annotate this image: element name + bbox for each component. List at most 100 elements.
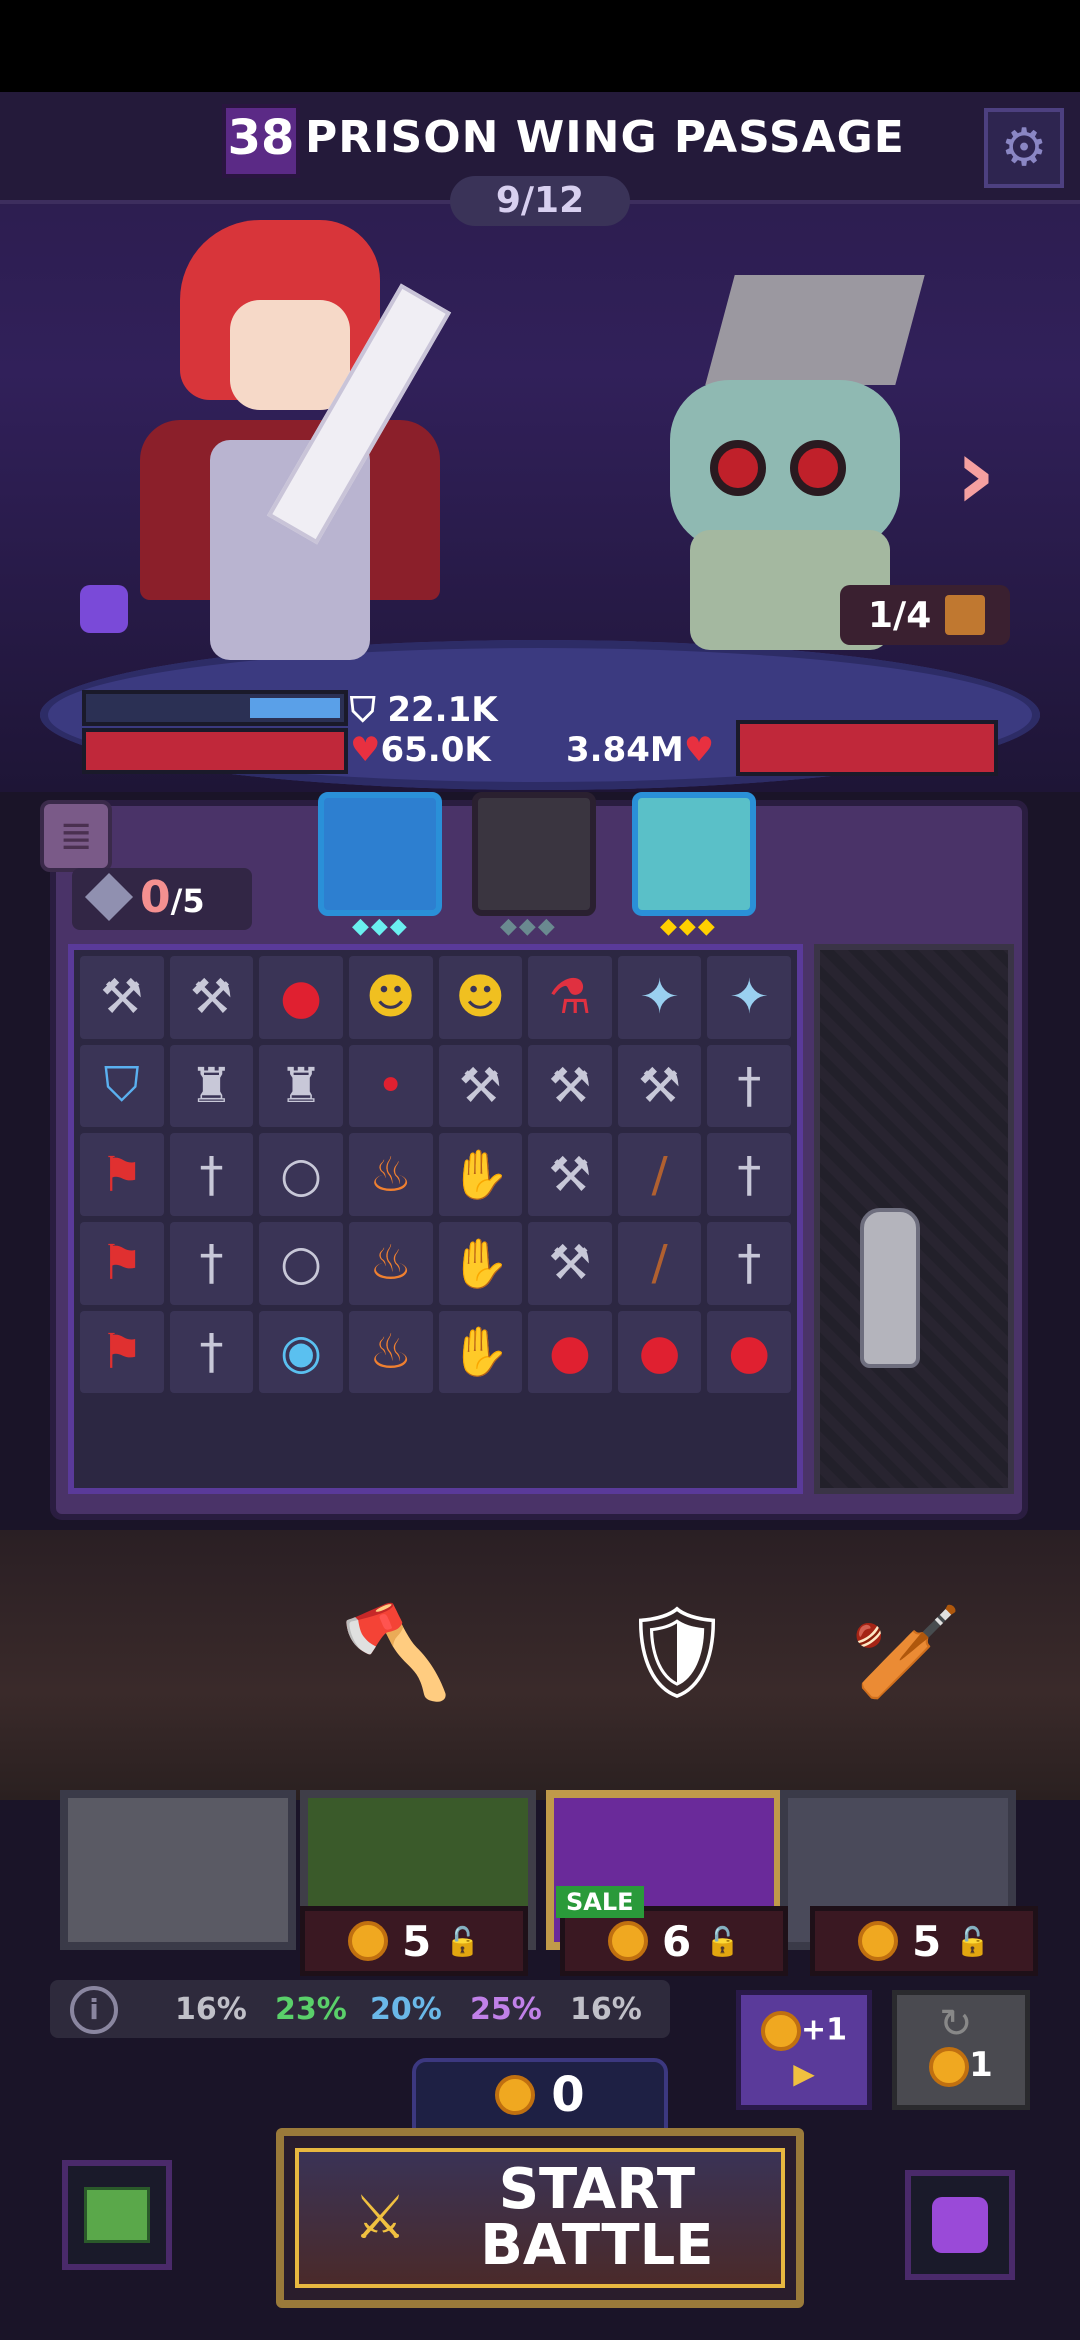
star-rating: ◆◆◆ xyxy=(660,914,717,939)
sword-icon[interactable]: † xyxy=(707,1133,791,1216)
inventory-icon xyxy=(932,2197,988,2253)
reroll-button[interactable]: ↻ 1 xyxy=(892,1990,1030,2110)
enemy-hp-bar xyxy=(736,720,998,776)
lock-icon[interactable]: 🔓 xyxy=(705,1925,740,1958)
lock-icon[interactable]: 🔓 xyxy=(445,1925,480,1958)
settings-button[interactable]: ⚙ xyxy=(984,108,1064,188)
staff-icon[interactable]: ∕ xyxy=(617,1133,702,1216)
sword-icon[interactable]: † xyxy=(169,1133,254,1216)
coin-icon xyxy=(857,1921,898,1961)
companion-portrait[interactable] xyxy=(318,792,442,916)
empty-bottle-icon[interactable] xyxy=(860,1208,920,1368)
play-ad-icon: ▶ xyxy=(793,2057,815,2090)
coin-bonus-button[interactable]: +1 ▶ xyxy=(736,1990,872,2110)
hammer-icon[interactable]: ⚒ xyxy=(528,1044,612,1128)
enemy-counter-value: 1/4 xyxy=(868,594,932,636)
coin-icon xyxy=(607,1921,648,1961)
rarity-odd: 16% xyxy=(175,1992,247,2027)
glove-red-icon[interactable]: ✋ xyxy=(438,1310,523,1394)
lock-icon[interactable]: 🔓 xyxy=(955,1925,990,1958)
list-icon[interactable]: ≣ xyxy=(40,800,112,872)
gem-count: 0/5 xyxy=(140,872,205,923)
sword-icon[interactable]: † xyxy=(169,1221,254,1305)
star-rating: ◆◆◆ xyxy=(352,914,409,939)
ruby-icon[interactable]: ● xyxy=(259,956,343,1039)
armor-icon[interactable]: ♜ xyxy=(169,1044,254,1128)
status-bar xyxy=(0,0,1080,92)
axe-icon[interactable]: 🪓 xyxy=(340,1600,452,1705)
coin-icon xyxy=(495,2075,536,2115)
anvil-icon[interactable]: ⚒ xyxy=(169,956,254,1039)
torch-icon[interactable]: ♨ xyxy=(348,1221,433,1305)
start-battle-button[interactable]: ⚔ START BATTLE xyxy=(276,2128,804,2308)
hammer-icon[interactable]: ⚒ xyxy=(528,1221,612,1305)
staff-icon[interactable]: ∕ xyxy=(617,1221,702,1305)
coin-icon xyxy=(347,1921,388,1961)
next-enemy-arrow-icon[interactable]: › xyxy=(955,415,996,532)
shield-icon[interactable]: 🛡 xyxy=(620,1600,734,1705)
sale-badge: SALE xyxy=(556,1886,644,1918)
wave-counter: 9/12 xyxy=(450,176,630,226)
reroll-icon: ↻ xyxy=(939,2001,973,2047)
gold-coins-icon[interactable]: ☻ xyxy=(348,956,433,1039)
hero-shield-fill xyxy=(250,698,340,718)
hammer-icon[interactable]: ⚒ xyxy=(438,1044,523,1128)
club-icon[interactable]: 🏏 xyxy=(850,1600,962,1705)
torch-icon[interactable]: ♨ xyxy=(348,1133,433,1216)
map-icon xyxy=(84,2187,150,2243)
backpack-grid: ⚒ ⚒ ● ☻ ☻ ⚗ ✦ ✦ ⛉ ♜ ♜ • ⚒ ⚒ ⚒ † ⚑ † ○ ♨ ✋ ⚒ ∕ † ⚑ † ○ ♨ ✋ ⚒ ∕ † ⚑ † ◉ ♨ ✋ ● ● ● xyxy=(68,944,803,1494)
gear-icon: ⚙ xyxy=(1000,118,1048,178)
glove-icon[interactable]: ✋ xyxy=(438,1221,523,1305)
banner-icon[interactable]: ⚑ xyxy=(80,1310,164,1394)
coin-icon xyxy=(760,2011,801,2051)
level-number: 38 xyxy=(227,110,295,166)
enemy-hp-value: 3.84M♥ xyxy=(566,730,715,770)
apple-icon[interactable]: ● xyxy=(707,1310,791,1394)
price-button[interactable]: 5 🔓 xyxy=(300,1906,528,1976)
sword-icon[interactable]: † xyxy=(169,1310,254,1394)
ruby-small-icon[interactable]: • xyxy=(348,1044,433,1128)
sword-icon[interactable]: † xyxy=(707,1044,791,1128)
enemy-counter: 1/4 xyxy=(840,585,1010,645)
eye-icon[interactable]: ◉ xyxy=(259,1310,343,1394)
apple-icon[interactable]: ● xyxy=(528,1310,612,1394)
inventory-button[interactable] xyxy=(905,2170,1015,2280)
potion-icon[interactable]: ⚗ xyxy=(528,956,612,1039)
shield-icon[interactable]: ⛉ xyxy=(80,1044,164,1128)
banner-icon[interactable]: ⚑ xyxy=(80,1221,164,1305)
shop-chest[interactable] xyxy=(60,1790,296,1950)
coin-icon xyxy=(929,2046,970,2087)
hero-hp-bar xyxy=(82,728,348,774)
banner-icon[interactable]: ⚑ xyxy=(80,1133,164,1216)
hammer-icon[interactable]: ⚒ xyxy=(528,1133,612,1216)
hero-hp-value: ♥65.0K xyxy=(350,730,491,770)
torch-icon[interactable]: ♨ xyxy=(348,1310,433,1394)
crossed-swords-icon: ⚔ xyxy=(353,2183,407,2253)
start-battle-label: START BATTLE xyxy=(480,2157,714,2278)
enemy-head xyxy=(670,380,900,550)
companion-portrait[interactable] xyxy=(472,792,596,916)
fairy-icon[interactable]: ✦ xyxy=(617,956,702,1039)
ring-icon[interactable]: ○ xyxy=(259,1133,343,1216)
enemy-hat xyxy=(705,275,925,385)
page-title: PRISON WING PASSAGE xyxy=(305,112,905,163)
fairy-icon[interactable]: ✦ xyxy=(707,956,791,1039)
sword-icon[interactable]: † xyxy=(707,1221,791,1305)
enemy-eye xyxy=(710,440,766,496)
price-button[interactable]: 5 🔓 xyxy=(810,1906,1038,1976)
map-button[interactable] xyxy=(62,2160,172,2270)
companion-portrait[interactable] xyxy=(632,792,756,916)
gold-coins-icon[interactable]: ☻ xyxy=(438,956,523,1039)
glove-icon[interactable]: ✋ xyxy=(438,1133,523,1216)
armor-icon[interactable]: ♜ xyxy=(259,1044,343,1128)
hammer-icon[interactable]: ⚒ xyxy=(617,1044,702,1128)
enemy-eye xyxy=(790,440,846,496)
hero-face xyxy=(230,300,350,410)
hero-shield-value: ⛉ 22.1K xyxy=(350,690,498,730)
ring-icon[interactable]: ○ xyxy=(259,1221,343,1305)
apple-icon[interactable]: ● xyxy=(617,1310,702,1394)
info-icon[interactable]: i xyxy=(70,1986,118,2034)
gold-counter: 0 xyxy=(412,2058,668,2132)
anvil-icon[interactable]: ⚒ xyxy=(80,956,164,1039)
auto-bot-icon[interactable] xyxy=(80,585,128,633)
